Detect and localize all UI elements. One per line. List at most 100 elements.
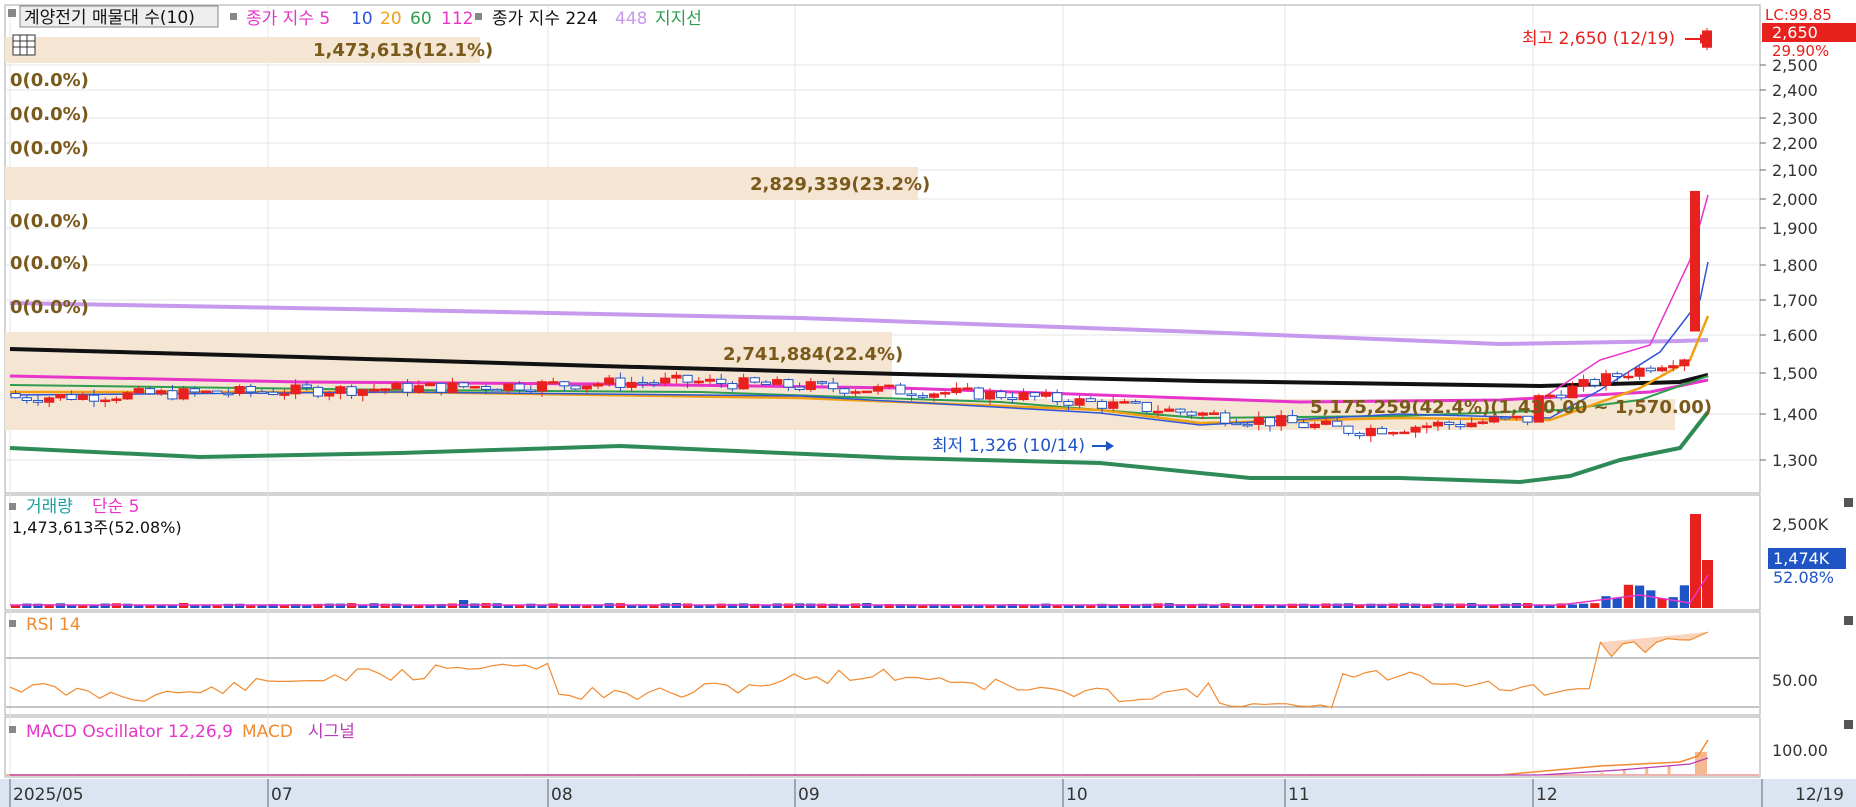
profile-label: 1,473,613(12.1%)	[313, 40, 493, 61]
candle-body	[1332, 420, 1343, 427]
candle-body	[268, 391, 279, 396]
price-tick-label: 1,600	[1772, 326, 1818, 345]
profile-label: 0(0.0%)	[10, 297, 89, 318]
current-price: 2,650	[1772, 23, 1818, 42]
candle-body	[1197, 412, 1208, 416]
volume-title: 거래량	[26, 497, 73, 517]
close-panel-icon[interactable]	[1844, 720, 1853, 729]
candle-body	[1063, 401, 1074, 406]
candle-body	[615, 377, 626, 388]
candle-body	[704, 378, 716, 382]
profile-label: 0(0.0%)	[10, 70, 89, 91]
candle-body	[469, 385, 480, 389]
candle-body	[1365, 427, 1376, 437]
candle-body	[312, 386, 324, 397]
candle-body	[984, 391, 996, 400]
candle-body	[570, 385, 581, 390]
last-date-label: 12/19	[1795, 785, 1844, 805]
legend-ma-label: 종가 지수 5	[246, 9, 330, 29]
candle-body	[1388, 431, 1399, 435]
candle-body	[917, 395, 928, 398]
candle-body	[357, 389, 368, 396]
candle-body	[1376, 427, 1388, 435]
candle-body	[760, 381, 772, 385]
close-panel-icon[interactable]	[1844, 616, 1853, 625]
candle-body	[66, 394, 77, 400]
legend-ma112: 112	[441, 9, 473, 29]
candle-body	[772, 379, 783, 385]
candle-body	[1466, 422, 1477, 428]
volume-bar	[1702, 560, 1713, 608]
candle-body	[1052, 392, 1063, 403]
candle-body	[1287, 415, 1298, 424]
candle-body	[1690, 190, 1700, 332]
candle-body	[727, 383, 738, 390]
signal-label: 시그널	[308, 722, 355, 742]
candle-body	[301, 384, 312, 388]
candle-body	[1578, 379, 1589, 387]
candle-body	[1264, 417, 1276, 427]
legend-ma2-label: 종가 지수 224	[492, 9, 598, 29]
candle-body	[223, 392, 234, 396]
date-tick-label: 07	[271, 785, 293, 805]
legend-square-icon	[8, 9, 16, 17]
candle-body	[1186, 411, 1197, 416]
candle-body	[1276, 415, 1287, 427]
legend-ma10: 10	[351, 9, 373, 29]
candle-body	[1040, 392, 1052, 397]
candle-body	[592, 383, 604, 387]
candle-body	[1152, 410, 1164, 414]
candle-body	[1208, 412, 1220, 415]
date-tick-label: 08	[551, 785, 573, 805]
volume-bar	[1411, 603, 1421, 608]
price-tick-label: 2,200	[1772, 134, 1818, 153]
rsi-title: RSI 14	[26, 615, 81, 635]
candle-body	[380, 388, 391, 391]
price-tick-label: 1,700	[1772, 291, 1818, 310]
candle-body	[256, 391, 268, 394]
table-icon[interactable]	[12, 34, 36, 56]
price-tick-label: 1,400	[1772, 405, 1818, 424]
low-label: 최저 1,326 (10/14)	[932, 436, 1085, 456]
macd-label: MACD	[242, 722, 293, 742]
volume-bar	[22, 603, 32, 608]
legend-ma20: 20	[380, 9, 402, 29]
legend-support: 지지선	[655, 9, 702, 29]
profile-label-main: 5,175,259(42.4%)(1,430.00 ~ 1,570.00)	[1310, 397, 1712, 418]
price-tick-label: 1,500	[1772, 364, 1818, 383]
candle-body	[324, 392, 335, 397]
candle-body	[1612, 373, 1623, 378]
legend-square-icon	[9, 503, 16, 510]
candle-body	[906, 393, 917, 397]
candle-body	[1119, 401, 1130, 404]
price-tick-label: 1,300	[1772, 451, 1818, 470]
candle-body	[503, 383, 514, 391]
volume-bar	[1668, 597, 1678, 608]
candle-body	[77, 394, 88, 400]
candle-body	[738, 377, 749, 390]
candle-body	[536, 381, 548, 392]
candle-body	[100, 399, 111, 403]
price-tick-label: 1,900	[1772, 219, 1818, 238]
candle-body	[32, 399, 44, 403]
stock-chart[interactable]: 계양전기 매물대 수(10) 종가 지수 5 10 20 60 112 종가 지…	[0, 0, 1856, 807]
legend-square-icon	[230, 13, 237, 20]
close-panel-icon[interactable]	[1844, 498, 1853, 507]
candle-body	[839, 388, 850, 394]
volume-bar	[1635, 585, 1645, 608]
volume-bar	[1579, 603, 1589, 608]
candle-body	[346, 386, 357, 396]
candle-body	[716, 378, 727, 385]
candle-body	[111, 398, 122, 401]
candle-body	[816, 381, 828, 384]
profile-label: 0(0.0%)	[10, 253, 89, 274]
candle-body	[144, 388, 156, 395]
profile-label: 0(0.0%)	[10, 138, 89, 159]
macd-oscillator-bar	[1600, 772, 1604, 775]
macd-title: MACD Oscillator 12,26,9	[26, 722, 233, 742]
macd-oscillator-bar	[1667, 765, 1671, 775]
macd-axis-tick: 100.00	[1772, 741, 1828, 760]
legend-square-icon	[9, 726, 16, 733]
macd-oscillator-bar	[1645, 767, 1649, 775]
candle-body	[1108, 401, 1119, 409]
